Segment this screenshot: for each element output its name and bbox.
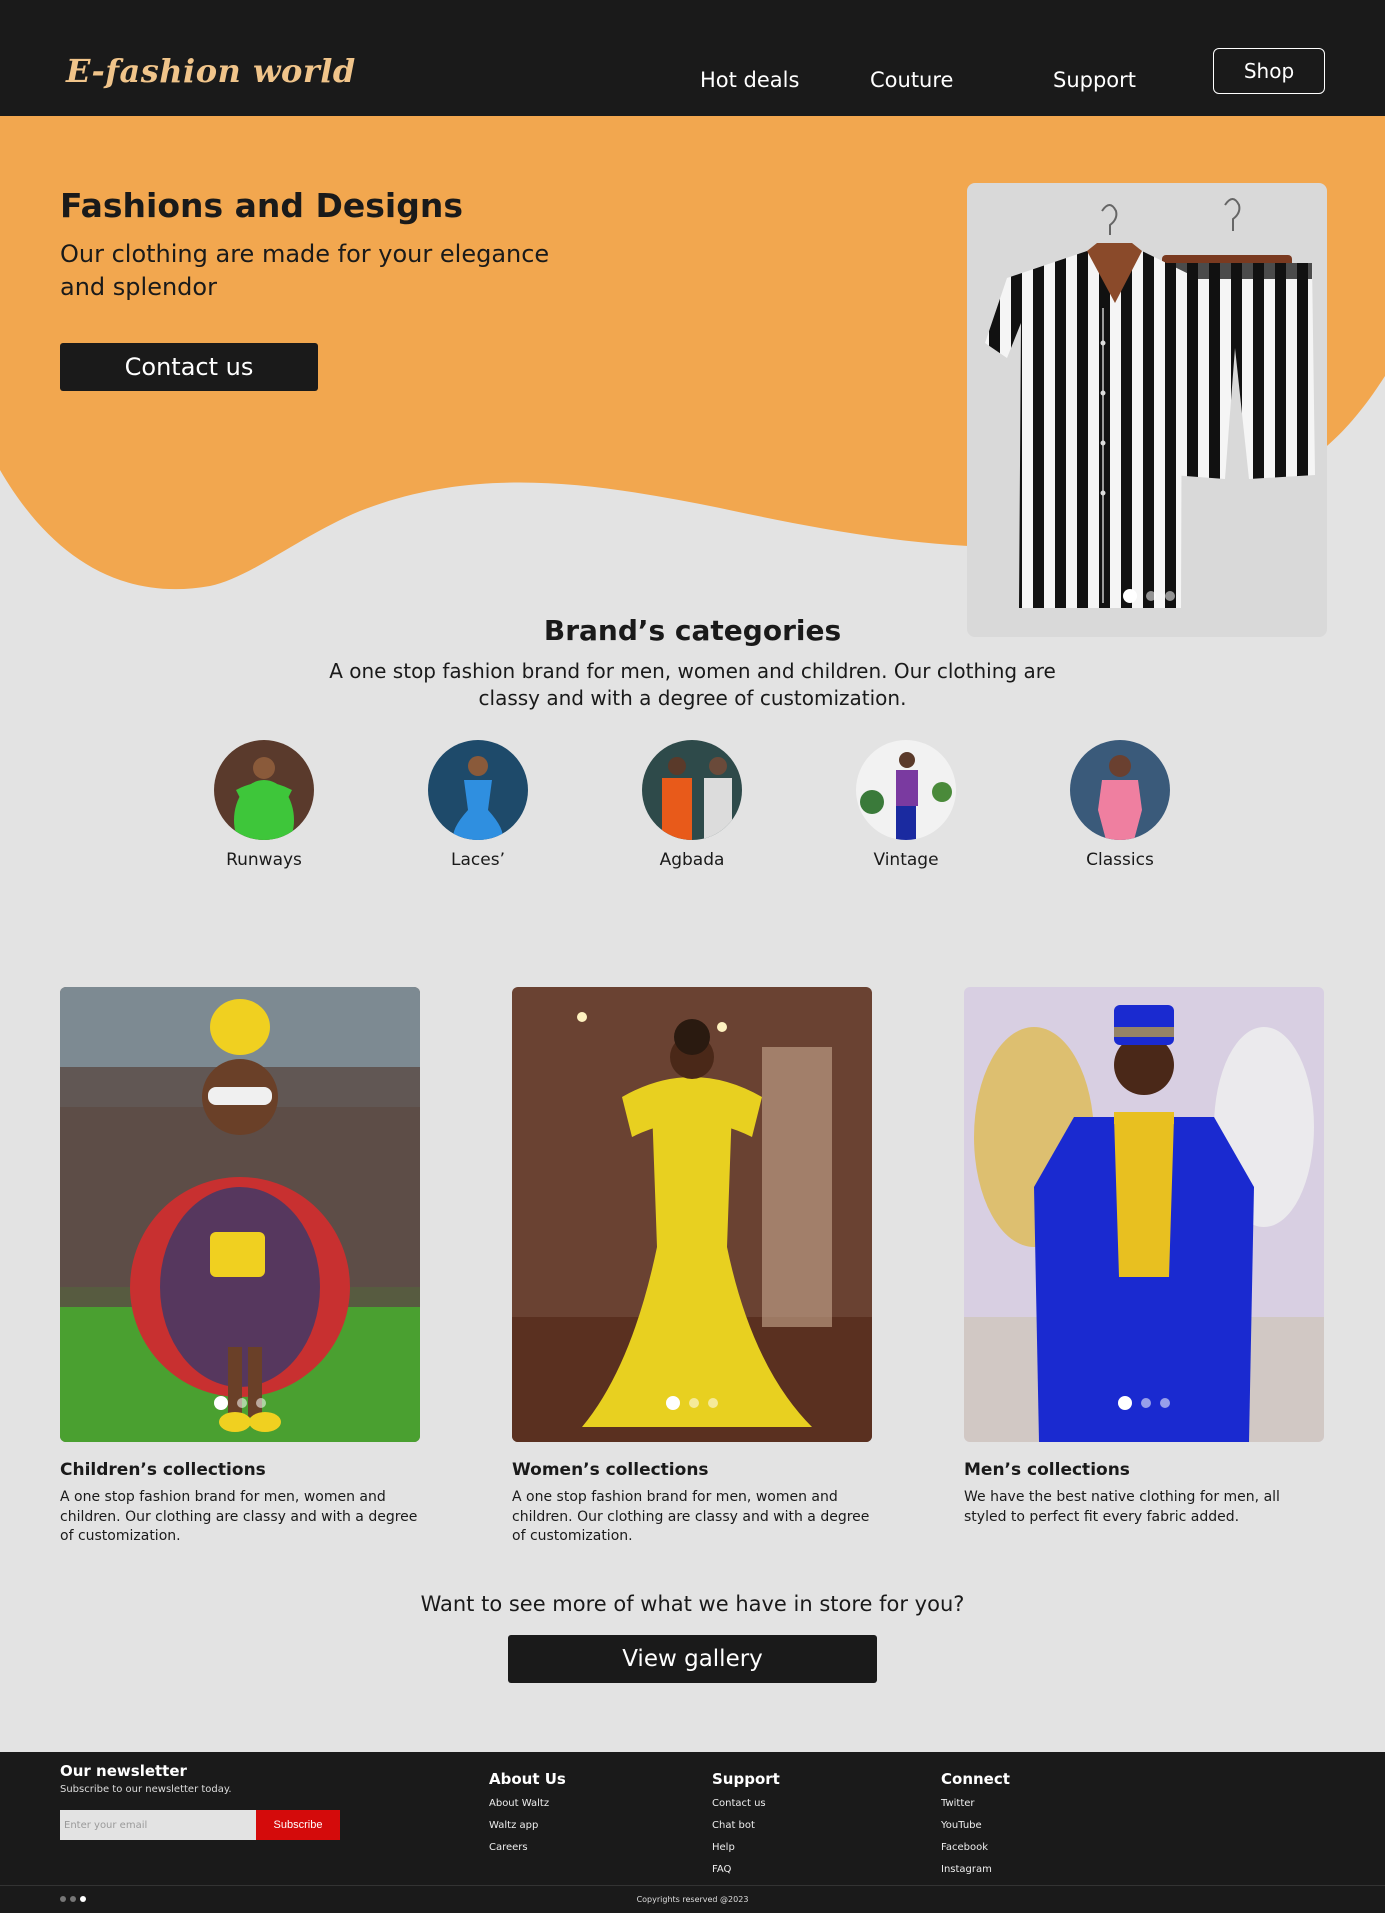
footer-link-facebook[interactable]: Facebook: [941, 1842, 1010, 1864]
category-label: Runways: [226, 850, 302, 870]
carousel-dot[interactable]: [1146, 591, 1156, 601]
view-gallery-button[interactable]: View gallery: [508, 1635, 877, 1683]
carousel-dot[interactable]: [1123, 589, 1137, 603]
copyright-text: Copyrights reserved @2023: [636, 1895, 749, 1904]
footer-about-column: About Us About Waltz Waltz app Careers: [489, 1770, 566, 1864]
category-runways[interactable]: Runways: [184, 740, 344, 870]
men-collection-image: [964, 987, 1324, 1442]
footer-link-youtube[interactable]: YouTube: [941, 1820, 1010, 1842]
categories-description: A one stop fashion brand for men, women …: [329, 659, 1056, 710]
hero-subtitle: Our clothing are made for your elegance …: [60, 240, 550, 301]
category-image: [428, 740, 528, 840]
newsletter-email-input[interactable]: [60, 1810, 256, 1840]
category-image: [856, 740, 956, 840]
women-collection-image: [512, 987, 872, 1442]
footer-connect-title: Connect: [941, 1770, 1010, 1788]
category-label: Classics: [1086, 850, 1154, 870]
gallery-prompt: Want to see more of what we have in stor…: [420, 1592, 965, 1616]
men-collection-card[interactable]: Men’s collections We have the best nativ…: [964, 987, 1324, 1527]
site-header: E-fashion world Hot deals Couture Suppor…: [0, 0, 1385, 116]
newsletter-subtitle: Subscribe to our newsletter today.: [60, 1784, 232, 1795]
striped-shirt-shorts-illustration: [985, 198, 1315, 608]
category-image: [214, 740, 314, 840]
carousel-dot[interactable]: [214, 1396, 228, 1410]
category-vintage[interactable]: Vintage: [826, 740, 986, 870]
collection-description: We have the best native clothing for men…: [964, 1489, 1280, 1525]
category-label: Laces’: [451, 850, 505, 870]
footer-link-waltz-app[interactable]: Waltz app: [489, 1820, 566, 1842]
hero-product-image: [967, 183, 1327, 637]
carousel-dot[interactable]: [1141, 1398, 1151, 1408]
footer-support-column: Support Contact us Chat bot Help FAQ: [712, 1770, 780, 1886]
men-carousel-dots: [1118, 1396, 1170, 1410]
hero-carousel-dots: [1123, 589, 1175, 603]
category-classics[interactable]: Classics: [1040, 740, 1200, 870]
women-carousel-dots: [666, 1396, 718, 1410]
shop-button[interactable]: Shop: [1213, 48, 1325, 94]
carousel-dot[interactable]: [256, 1398, 266, 1408]
footer-link-contact-us[interactable]: Contact us: [712, 1798, 780, 1820]
carousel-dot[interactable]: [666, 1396, 680, 1410]
carousel-dot[interactable]: [237, 1398, 247, 1408]
carousel-dot[interactable]: [1160, 1398, 1170, 1408]
nav-couture[interactable]: Couture: [870, 68, 953, 92]
categories-title: Brand’s categories: [543, 614, 842, 647]
footer-link-instagram[interactable]: Instagram: [941, 1864, 1010, 1886]
collection-description: A one stop fashion brand for men, women …: [60, 1489, 418, 1544]
footer-about-title: About Us: [489, 1770, 566, 1788]
category-laces[interactable]: Laces’: [398, 740, 558, 870]
footer-connect-column: Connect Twitter YouTube Facebook Instagr…: [941, 1770, 1010, 1886]
footer-link-twitter[interactable]: Twitter: [941, 1798, 1010, 1820]
nav-hot-deals[interactable]: Hot deals: [700, 68, 799, 92]
collection-description: A one stop fashion brand for men, women …: [512, 1489, 870, 1544]
children-carousel-dots: [214, 1396, 266, 1410]
carousel-dot[interactable]: [708, 1398, 718, 1408]
category-image: [1070, 740, 1170, 840]
subscribe-button[interactable]: Subscribe: [256, 1810, 340, 1840]
site-footer: Our newsletter Subscribe to our newslett…: [0, 1752, 1385, 1913]
children-collection-card[interactable]: Children’s collections A one stop fashio…: [60, 987, 420, 1547]
collection-title: Children’s collections: [60, 1460, 266, 1480]
footer-link-help[interactable]: Help: [712, 1842, 780, 1864]
contact-us-button[interactable]: Contact us: [60, 343, 318, 391]
newsletter-title: Our newsletter: [60, 1762, 187, 1780]
footer-link-chat-bot[interactable]: Chat bot: [712, 1820, 780, 1842]
carousel-dot[interactable]: [1118, 1396, 1132, 1410]
hero-title: Fashions and Designs: [60, 186, 463, 225]
category-agbada[interactable]: Agbada: [612, 740, 772, 870]
collection-title: Men’s collections: [964, 1460, 1130, 1480]
children-collection-image: [60, 987, 420, 1442]
nav-support[interactable]: Support: [1053, 68, 1136, 92]
footer-divider: [0, 1885, 1385, 1886]
category-image: [642, 740, 742, 840]
footer-link-faq[interactable]: FAQ: [712, 1864, 780, 1886]
footer-link-about-waltz[interactable]: About Waltz: [489, 1798, 566, 1820]
footer-support-title: Support: [712, 1770, 780, 1788]
carousel-dot[interactable]: [689, 1398, 699, 1408]
footer-link-careers[interactable]: Careers: [489, 1842, 566, 1864]
collection-title: Women’s collections: [512, 1460, 709, 1480]
women-collection-card[interactable]: Women’s collections A one stop fashion b…: [512, 987, 872, 1547]
category-label: Vintage: [873, 850, 939, 870]
category-label: Agbada: [659, 850, 725, 870]
brand-logo[interactable]: E-fashion world: [66, 52, 356, 90]
carousel-dot[interactable]: [1165, 591, 1175, 601]
